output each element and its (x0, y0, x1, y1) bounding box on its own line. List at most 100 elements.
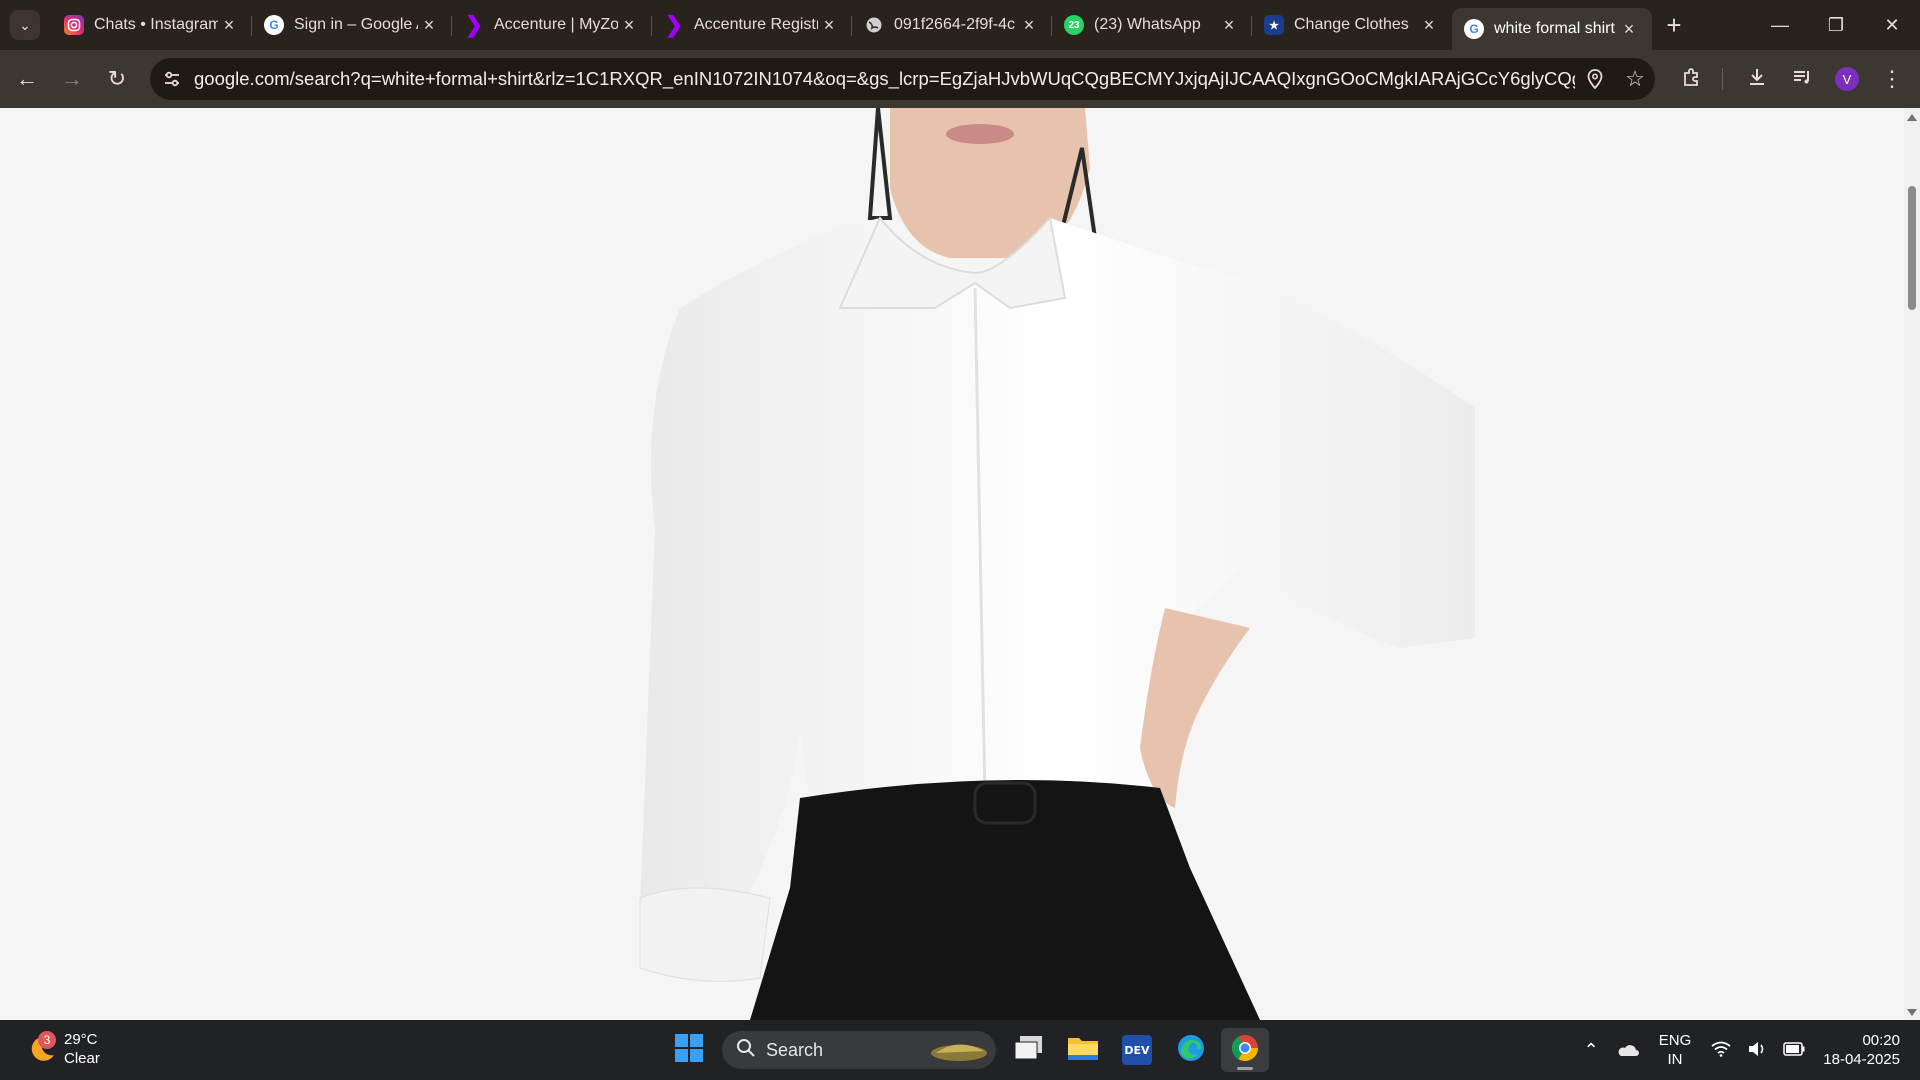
tab-search-button[interactable]: ⌄ (10, 10, 40, 40)
moon-icon: 3 (24, 1031, 56, 1065)
task-view-icon (1014, 1035, 1044, 1066)
onedrive-icon[interactable] (1615, 1041, 1639, 1060)
weather-widget[interactable]: 3 29°C Clear (24, 1030, 100, 1068)
back-button[interactable]: ← (10, 62, 44, 96)
window-controls: — ❐ ✕ (1752, 0, 1920, 50)
tab-change-clothes[interactable]: ★ Change Clothes × (1252, 0, 1452, 50)
language-line2: IN (1667, 1051, 1683, 1068)
restore-button[interactable]: ❐ (1808, 0, 1864, 50)
taskbar-search[interactable]: Search (722, 1031, 996, 1069)
arrow-right-icon: → (61, 66, 83, 91)
dev-home-button[interactable]: DEV (1113, 1028, 1161, 1072)
page-scrollbar[interactable] (1904, 108, 1920, 1020)
tab-title: 091f2664-2f9f-4c (894, 16, 1015, 33)
bookmark-star-icon[interactable]: ☆ (1615, 66, 1655, 92)
new-tab-button[interactable]: + (1656, 10, 1692, 41)
scroll-down-icon[interactable] (1907, 1009, 1917, 1016)
whatsapp-icon: 23 (1064, 15, 1084, 35)
download-icon (1746, 66, 1768, 93)
tab-accenture-myzone[interactable]: ❯ Accenture | MyZone × (452, 0, 652, 50)
close-icon[interactable]: × (1218, 15, 1240, 36)
kebab-menu-icon: ⋮ (1881, 66, 1903, 91)
tab-title: Change Clothes (1294, 16, 1409, 33)
chevron-up-icon[interactable]: ⌃ (1584, 1040, 1599, 1061)
language-line1: ENG (1658, 1032, 1692, 1049)
chrome-icon (1230, 1033, 1260, 1068)
chrome-button[interactable] (1221, 1028, 1269, 1072)
clock-date: 18-04-2025 (1823, 1051, 1900, 1068)
file-explorer-button[interactable] (1059, 1028, 1107, 1072)
avatar: V (1835, 67, 1859, 91)
accenture-icon: ❯ (664, 12, 684, 37)
page-content (0, 108, 1904, 1020)
edge-icon (1176, 1033, 1206, 1068)
weather-temp: 29°C (64, 1031, 98, 1048)
extensions-button[interactable] (1675, 62, 1709, 96)
close-icon[interactable]: × (818, 15, 840, 36)
system-tray: ⌃ ENG IN 00:20 18-04-2025 (1576, 1020, 1920, 1080)
taskbar-apps: Search DEV (662, 1028, 1272, 1072)
reload-icon: ↻ (107, 66, 127, 91)
tab-strip: ⌄ Chats • Instagram × G Sign in – Google… (0, 0, 1920, 50)
close-window-button[interactable]: ✕ (1864, 0, 1920, 50)
task-view-button[interactable] (1005, 1028, 1053, 1072)
close-icon: ✕ (1884, 14, 1900, 35)
tab-title: Accenture | MyZone (494, 16, 618, 33)
restore-icon: ❐ (1827, 14, 1845, 35)
toolbar-divider (1722, 68, 1723, 90)
google-icon: G (1464, 19, 1484, 39)
minimize-icon: — (1771, 14, 1789, 35)
volume-icon[interactable] (1747, 1041, 1767, 1060)
product-image-preview[interactable] (0, 108, 1904, 1020)
tab-title: (23) WhatsApp (1094, 16, 1201, 33)
tab-accenture-registration[interactable]: ❯ Accenture Registration × (652, 0, 852, 50)
close-icon[interactable]: × (1418, 15, 1440, 36)
system-clock[interactable]: 00:20 18-04-2025 (1823, 1031, 1900, 1069)
scrollbar-thumb[interactable] (1908, 186, 1916, 310)
google-icon: G (264, 15, 284, 35)
close-icon[interactable]: × (218, 15, 240, 36)
tab-uuid-page[interactable]: 091f2664-2f9f-4c × (852, 0, 1052, 50)
downloads-button[interactable] (1740, 62, 1774, 96)
close-icon[interactable]: × (1018, 15, 1040, 36)
weather-condition: Clear (64, 1050, 100, 1067)
tab-google-signin[interactable]: G Sign in – Google Accounts × (252, 0, 452, 50)
plus-icon: + (1666, 9, 1682, 40)
tab-list: Chats • Instagram × G Sign in – Google A… (52, 0, 1692, 50)
globe-icon (864, 15, 884, 35)
close-icon[interactable]: × (1618, 19, 1640, 40)
puzzle-icon (1681, 66, 1703, 93)
menu-button[interactable]: ⋮ (1875, 62, 1909, 96)
profile-button[interactable]: V (1830, 62, 1864, 96)
playlist-icon (1791, 66, 1813, 93)
battery-icon[interactable] (1783, 1041, 1805, 1059)
address-bar[interactable]: google.com/search?q=white+formal+shirt&r… (150, 58, 1655, 100)
windows-icon (674, 1033, 704, 1068)
clock-time: 00:20 (1862, 1032, 1900, 1049)
media-control-button[interactable] (1785, 62, 1819, 96)
reload-button[interactable]: ↻ (100, 62, 134, 96)
model-lips (946, 124, 1014, 144)
close-icon[interactable]: × (618, 15, 640, 36)
tab-instagram[interactable]: Chats • Instagram × (52, 0, 252, 50)
location-pin-icon[interactable] (1575, 69, 1615, 89)
tab-white-formal-shirt[interactable]: G white formal shirt × (1452, 8, 1652, 50)
scroll-up-icon[interactable] (1907, 114, 1917, 121)
search-highlight-icon (928, 1035, 990, 1070)
wifi-icon[interactable] (1711, 1041, 1731, 1060)
windows-taskbar: 3 29°C Clear Search DEV ⌃ ENG IN 00:20 1… (0, 1020, 1920, 1080)
edge-button[interactable] (1167, 1028, 1215, 1072)
accenture-icon: ❯ (464, 12, 484, 37)
close-icon[interactable]: × (418, 15, 440, 36)
site-info-icon[interactable] (150, 69, 194, 89)
minimize-button[interactable]: — (1752, 0, 1808, 50)
url-text[interactable]: google.com/search?q=white+formal+shirt&r… (194, 68, 1575, 90)
language-indicator[interactable]: ENG IN (1659, 1031, 1692, 1069)
weather-badge: 3 (38, 1031, 56, 1049)
search-icon (736, 1038, 756, 1063)
forward-button[interactable]: → (55, 62, 89, 96)
tab-whatsapp[interactable]: 23 (23) WhatsApp × (1052, 0, 1252, 50)
start-button[interactable] (665, 1028, 713, 1072)
tab-title: Sign in – Google Accounts (294, 16, 418, 33)
folder-icon (1067, 1035, 1099, 1066)
